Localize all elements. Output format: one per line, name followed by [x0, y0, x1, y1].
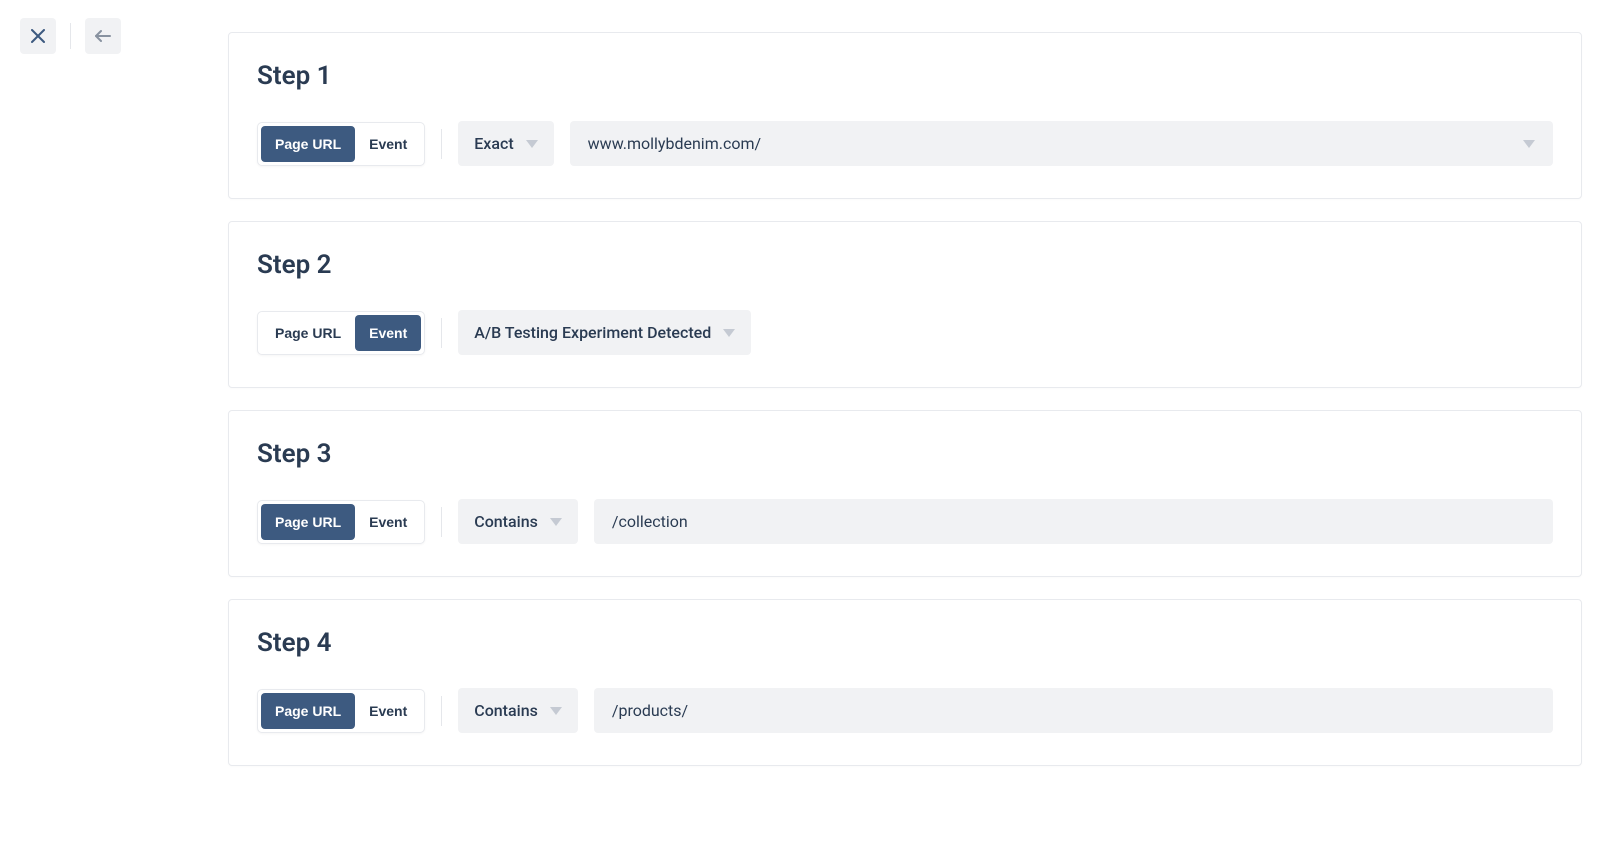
- match-type-dropdown[interactable]: Contains: [458, 688, 578, 733]
- event-dropdown[interactable]: A/B Testing Experiment Detected: [458, 310, 751, 355]
- step-row: Page URL Event A/B Testing Experiment De…: [257, 310, 1553, 355]
- chevron-down-icon: [723, 329, 735, 337]
- toggle-group: Page URL Event: [257, 122, 425, 166]
- toggle-page-url[interactable]: Page URL: [261, 315, 355, 351]
- step-title: Step 3: [257, 439, 1553, 469]
- toggle-group: Page URL Event: [257, 311, 425, 355]
- event-label: A/B Testing Experiment Detected: [474, 323, 711, 342]
- toggle-page-url[interactable]: Page URL: [261, 504, 355, 540]
- chevron-down-icon: [550, 707, 562, 715]
- match-type-label: Contains: [474, 512, 538, 531]
- match-type-label: Exact: [474, 134, 513, 153]
- divider: [70, 23, 71, 49]
- step-card: Step 1 Page URL Event Exact www.mollybde…: [228, 32, 1582, 199]
- match-type-label: Contains: [474, 701, 538, 720]
- chevron-down-icon: [526, 140, 538, 148]
- url-value-input[interactable]: /products/: [594, 688, 1553, 733]
- content-area: Step 1 Page URL Event Exact www.mollybde…: [0, 32, 1600, 828]
- arrow-left-icon: [95, 29, 111, 43]
- toggle-event[interactable]: Event: [355, 315, 421, 351]
- toggle-event[interactable]: Event: [355, 126, 421, 162]
- step-row: Page URL Event Contains /products/: [257, 688, 1553, 733]
- toggle-group: Page URL Event: [257, 500, 425, 544]
- toggle-group: Page URL Event: [257, 689, 425, 733]
- toggle-event[interactable]: Event: [355, 504, 421, 540]
- step-title: Step 4: [257, 628, 1553, 658]
- step-title: Step 1: [257, 61, 1553, 91]
- close-button[interactable]: [20, 18, 56, 54]
- url-value-input[interactable]: www.mollybdenim.com/: [570, 121, 1553, 166]
- url-value-text: /collection: [612, 512, 1535, 531]
- url-value-text: www.mollybdenim.com/: [588, 134, 1511, 153]
- divider: [441, 507, 442, 537]
- divider: [441, 318, 442, 348]
- back-button[interactable]: [85, 18, 121, 54]
- step-card: Step 2 Page URL Event A/B Testing Experi…: [228, 221, 1582, 388]
- url-value-input[interactable]: /collection: [594, 499, 1553, 544]
- toggle-page-url[interactable]: Page URL: [261, 693, 355, 729]
- step-card: Step 4 Page URL Event Contains /products…: [228, 599, 1582, 766]
- step-row: Page URL Event Contains /collection: [257, 499, 1553, 544]
- match-type-dropdown[interactable]: Exact: [458, 121, 553, 166]
- step-title: Step 2: [257, 250, 1553, 280]
- chevron-down-icon: [550, 518, 562, 526]
- divider: [441, 129, 442, 159]
- toggle-event[interactable]: Event: [355, 693, 421, 729]
- toggle-page-url[interactable]: Page URL: [261, 126, 355, 162]
- match-type-dropdown[interactable]: Contains: [458, 499, 578, 544]
- divider: [441, 696, 442, 726]
- url-value-text: /products/: [612, 701, 1535, 720]
- step-row: Page URL Event Exact www.mollybdenim.com…: [257, 121, 1553, 166]
- close-icon: [31, 29, 45, 43]
- step-card: Step 3 Page URL Event Contains /collecti…: [228, 410, 1582, 577]
- chevron-down-icon: [1523, 140, 1535, 148]
